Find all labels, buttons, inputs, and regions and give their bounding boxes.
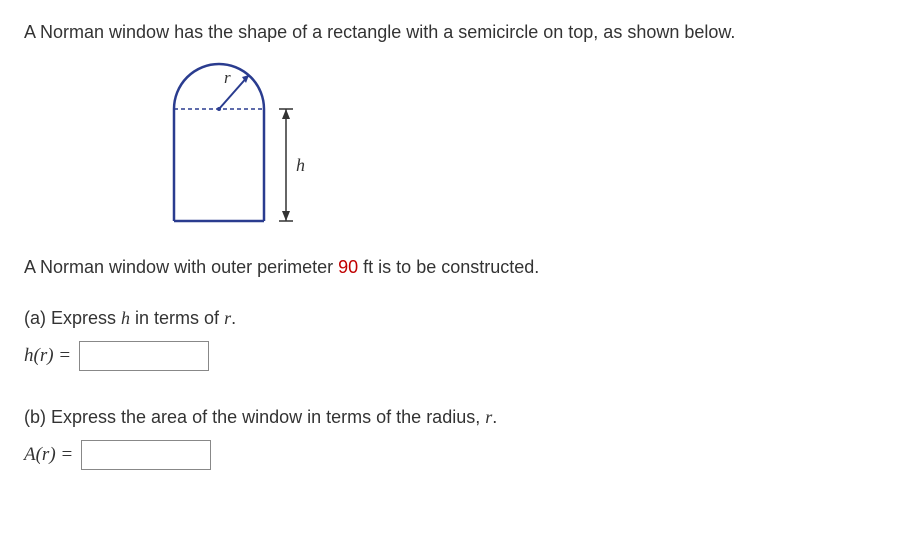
part-a-prompt: (a) Express h in terms of r. — [24, 308, 895, 329]
svg-text:h: h — [296, 155, 305, 175]
part-a-var-h: h — [121, 308, 130, 328]
perimeter-statement: A Norman window with outer perimeter 90 … — [24, 255, 895, 280]
part-a-label: h(r) = — [24, 345, 71, 367]
part-b-prefix: (b) Express the area of the window in te… — [24, 407, 485, 427]
perimeter-prefix: A Norman window with outer perimeter — [24, 257, 338, 277]
part-b-suffix: . — [492, 407, 497, 427]
perimeter-suffix: ft is to be constructed. — [358, 257, 539, 277]
part-b-input[interactable] — [81, 440, 211, 470]
part-a-suffix: . — [231, 308, 236, 328]
part-a-mid: in terms of — [130, 308, 224, 328]
intro-text: A Norman window has the shape of a recta… — [24, 20, 895, 45]
part-a-prefix: (a) Express — [24, 308, 121, 328]
part-b-label: A(r) = — [24, 444, 73, 466]
part-b-answer-row: A(r) = — [24, 440, 895, 470]
part-a-answer-row: h(r) = — [24, 341, 895, 371]
norman-window-diagram: r h — [164, 61, 344, 231]
part-b-prompt: (b) Express the area of the window in te… — [24, 407, 895, 428]
perimeter-value: 90 — [338, 257, 358, 277]
svg-text:r: r — [224, 68, 231, 87]
intro-text-content: A Norman window has the shape of a recta… — [24, 22, 735, 42]
part-a-input[interactable] — [79, 341, 209, 371]
